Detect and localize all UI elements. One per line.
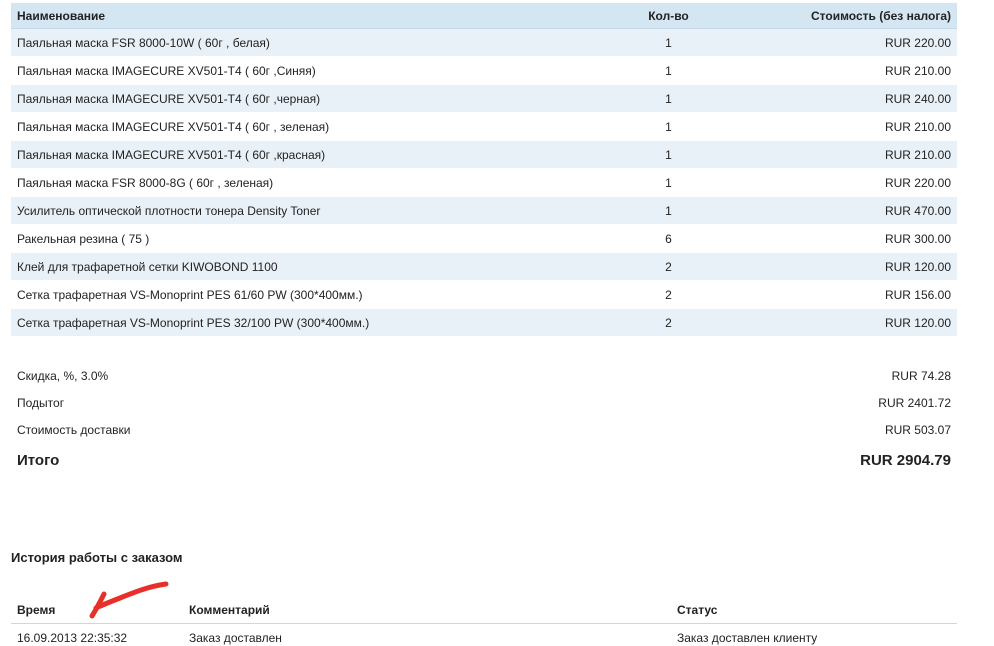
item-name: Паяльная маска FSR 8000-10W ( 60г , бела…	[17, 35, 270, 50]
item-cost: RUR 220.00	[884, 175, 951, 190]
discount-value: RUR 74.28	[891, 368, 951, 383]
item-name: Усилитель оптической плотности тонера De…	[17, 203, 321, 218]
item-cost: RUR 470.00	[884, 203, 951, 218]
item-qty: 2	[665, 287, 672, 302]
item-cost: RUR 240.00	[884, 91, 951, 106]
history-comment: Заказ доставлен	[189, 631, 282, 645]
item-name: Паяльная маска IMAGECURE XV501-T4 ( 60г …	[17, 147, 326, 162]
history-time: 16.09.2013 22:35:32	[17, 631, 128, 645]
subtotal-label: Подытог	[17, 395, 65, 410]
grand-total-value: RUR 2904.79	[860, 451, 951, 469]
item-qty: 1	[665, 203, 672, 218]
shipping-row: Стоимость доставки RUR 503.07	[11, 416, 957, 443]
item-name: Паяльная маска IMAGECURE XV501-T4 ( 60г …	[17, 91, 321, 106]
history-title: История работы с заказом	[11, 550, 183, 565]
item-name: Сетка трафаретная VS-Monoprint PES 61/60…	[17, 287, 363, 302]
table-row: Паяльная маска FSR 8000-10W ( 60г , бела…	[11, 29, 957, 57]
history-status: Заказ доставлен клиенту	[677, 631, 818, 645]
table-row: Клей для трафаретной сетки KIWOBOND 1100…	[11, 253, 957, 281]
order-totals: Скидка, %, 3.0% RUR 74.28 Подытог RUR 24…	[11, 362, 957, 477]
table-row: Ракельная резина ( 75 ) 6 RUR 300.00	[11, 225, 957, 253]
table-row: Паяльная маска FSR 8000-8G ( 60г , зелен…	[11, 169, 957, 197]
item-qty: 6	[665, 231, 672, 246]
table-row: Сетка трафаретная VS-Monoprint PES 61/60…	[11, 281, 957, 309]
item-qty: 2	[665, 315, 672, 330]
column-header-name: Наименование	[17, 8, 106, 23]
item-name: Паяльная маска IMAGECURE XV501-T4 ( 60г …	[17, 119, 330, 134]
table-row: Паяльная маска IMAGECURE XV501-T4 ( 60г …	[11, 57, 957, 85]
history-row: 16.09.2013 22:35:32 Заказ доставлен Заказ …	[11, 624, 957, 646]
item-cost: RUR 156.00	[884, 287, 951, 302]
item-name: Сетка трафаретная VS-Monoprint PES 32/10…	[17, 315, 370, 330]
item-cost: RUR 210.00	[884, 119, 951, 134]
item-qty: 1	[665, 91, 672, 106]
discount-row: Скидка, %, 3.0% RUR 74.28	[11, 362, 957, 389]
item-cost: RUR 210.00	[884, 63, 951, 78]
history-header-comment: Комментарий	[189, 602, 270, 617]
subtotal-value: RUR 2401.72	[878, 395, 951, 410]
item-qty: 1	[665, 147, 672, 162]
item-cost: RUR 120.00	[884, 259, 951, 274]
subtotal-row: Подытог RUR 2401.72	[11, 389, 957, 416]
column-header-qty: Кол-во	[648, 8, 689, 23]
table-row: Паяльная маска IMAGECURE XV501-T4 ( 60г …	[11, 85, 957, 113]
item-qty: 1	[665, 119, 672, 134]
item-name: Клей для трафаретной сетки KIWOBOND 1100	[17, 259, 278, 274]
table-row: Усилитель оптической плотности тонера De…	[11, 197, 957, 225]
table-row: Паяльная маска IMAGECURE XV501-T4 ( 60г …	[11, 113, 957, 141]
grand-total-label: Итого	[17, 451, 60, 469]
item-cost: RUR 300.00	[884, 231, 951, 246]
item-cost: RUR 220.00	[884, 35, 951, 50]
item-qty: 1	[665, 63, 672, 78]
shipping-value: RUR 503.07	[884, 422, 951, 437]
column-header-cost: Стоимость (без налога)	[810, 8, 951, 23]
item-qty: 2	[665, 259, 672, 274]
table-row: Сетка трафаретная VS-Monoprint PES 32/10…	[11, 309, 957, 337]
table-row: Паяльная маска IMAGECURE XV501-T4 ( 60г …	[11, 141, 957, 169]
item-name: Паяльная маска IMAGECURE XV501-T4 ( 60г …	[17, 63, 316, 78]
item-qty: 1	[665, 175, 672, 190]
history-table-header: Время Комментарий Статус	[11, 596, 957, 624]
grand-total-row: Итого RUR 2904.79	[11, 443, 957, 477]
history-header-time: Время	[17, 602, 56, 617]
history-header-status: Статус	[677, 602, 718, 617]
item-name: Ракельная резина ( 75 )	[17, 231, 150, 246]
order-history-table: Время Комментарий Статус 16.09.2013 22:3…	[11, 596, 957, 646]
order-items-table: Наименование Кол-во Стоимость (без налог…	[11, 3, 957, 337]
item-cost: RUR 120.00	[884, 315, 951, 330]
item-name: Паяльная маска FSR 8000-8G ( 60г , зелен…	[17, 175, 274, 190]
item-cost: RUR 210.00	[884, 147, 951, 162]
item-qty: 1	[665, 35, 672, 50]
order-table-header: Наименование Кол-во Стоимость (без налог…	[11, 3, 957, 29]
shipping-label: Стоимость доставки	[17, 422, 131, 437]
discount-label: Скидка, %, 3.0%	[17, 368, 109, 383]
